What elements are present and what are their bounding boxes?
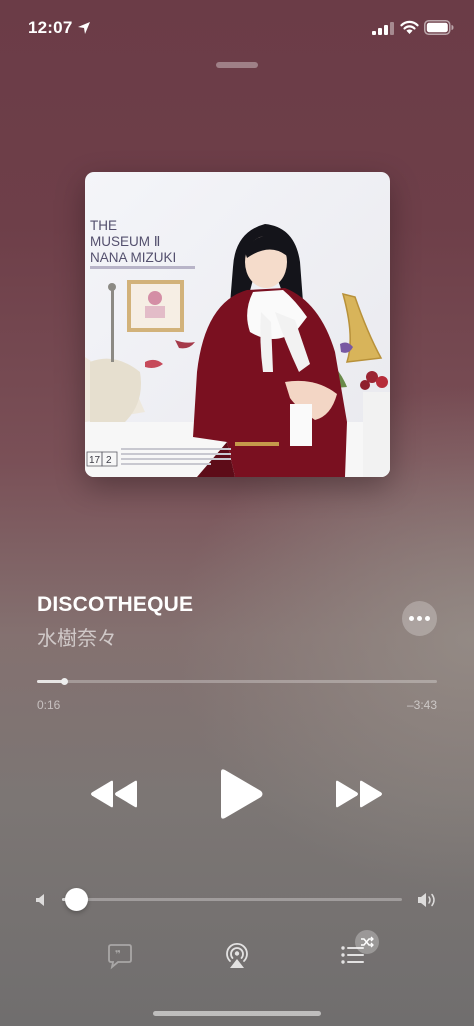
lyrics-button[interactable]: ❞ — [106, 942, 134, 970]
status-time: 12:07 — [28, 18, 73, 37]
shuffle-badge[interactable] — [355, 930, 379, 954]
more-ellipsis-icon — [425, 616, 430, 621]
volume-slider[interactable] — [62, 888, 402, 911]
playback-scrubber[interactable] — [37, 678, 437, 685]
rewind-button[interactable] — [88, 779, 140, 809]
volume-high-icon — [418, 893, 435, 907]
volume-low-icon — [36, 894, 44, 906]
artwork-title-line3: NANA MIZUKI — [90, 250, 176, 265]
home-indicator[interactable] — [153, 1011, 321, 1016]
shuffle-icon — [361, 936, 374, 948]
elapsed-time: 0:16 — [37, 698, 61, 712]
airplay-button[interactable] — [224, 942, 250, 970]
more-ellipsis-icon — [417, 616, 422, 621]
more-options-button[interactable] — [402, 601, 437, 636]
rewind-icon — [91, 780, 137, 808]
scrubber-progress — [37, 680, 65, 683]
remaining-time: –3:43 — [406, 698, 437, 712]
airplay-icon — [226, 942, 248, 968]
artwork-catalog-a: 17 — [89, 455, 101, 466]
wifi-icon — [400, 20, 419, 34]
artwork-catalog-b: 2 — [106, 455, 112, 466]
artwork-title-line2: MUSEUM Ⅱ — [90, 234, 160, 249]
svg-text:❞: ❞ — [115, 950, 121, 961]
song-artist[interactable]: 水樹奈々 — [37, 622, 117, 651]
sheet-grabber[interactable] — [216, 62, 258, 68]
album-artwork: THE MUSEUM Ⅱ NANA MIZUKI 17 2 — [85, 172, 390, 477]
fast-forward-icon — [336, 780, 382, 808]
battery-icon — [424, 20, 454, 35]
artwork-title-line1: THE — [90, 218, 117, 233]
cellular-signal-icon — [372, 22, 394, 35]
location-arrow-icon — [78, 22, 90, 34]
song-title: DISCOTHEQUE — [37, 593, 194, 616]
scrubber-knob[interactable] — [61, 678, 69, 685]
more-ellipsis-icon — [409, 616, 414, 621]
fast-forward-button[interactable] — [333, 779, 385, 809]
play-button[interactable] — [215, 768, 265, 820]
play-icon — [221, 769, 263, 819]
volume-knob[interactable] — [64, 888, 88, 911]
